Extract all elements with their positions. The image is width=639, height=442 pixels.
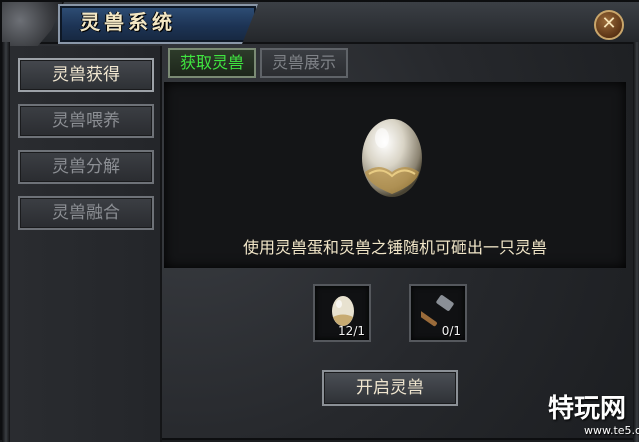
description-text: 使用灵兽蛋和灵兽之锤随机可砸出一只灵兽 bbox=[242, 238, 547, 257]
sidebar-item-obtain[interactable]: 灵兽获得 bbox=[18, 58, 154, 92]
left-border bbox=[2, 42, 10, 442]
sidebar-item-feed[interactable]: 灵兽喂养 bbox=[18, 104, 154, 138]
right-border bbox=[633, 42, 639, 442]
sidebar-item-decompose[interactable]: 灵兽分解 bbox=[18, 150, 154, 184]
tab-obtain[interactable]: 获取灵兽 bbox=[168, 48, 256, 78]
egg-icon bbox=[332, 296, 354, 326]
hammer-icon bbox=[421, 295, 454, 327]
hammer-slot[interactable]: 0/1 bbox=[409, 284, 467, 342]
window-title: 灵兽系统 bbox=[80, 10, 176, 34]
watermark-url: www.te5.com bbox=[584, 424, 639, 437]
egg-count: 12/1 bbox=[338, 324, 365, 338]
watermark: 特玩网 www.te5.com bbox=[548, 394, 639, 440]
watermark-main: 特玩网 bbox=[548, 394, 627, 424]
spirit-egg-icon bbox=[362, 119, 422, 197]
close-x-icon: ✕ bbox=[601, 13, 617, 34]
close-button[interactable]: ✕ bbox=[594, 10, 624, 40]
tab-showcase[interactable]: 灵兽展示 bbox=[260, 48, 348, 78]
egg-slot[interactable]: 12/1 bbox=[313, 284, 371, 342]
open-beast-button[interactable]: 开启灵兽 bbox=[322, 370, 458, 406]
spirit-beast-window: 灵兽系统 ✕ 灵兽获得 灵兽喂养 灵兽分解 灵兽融合 获取灵兽 灵兽展示 使用灵… bbox=[0, 0, 639, 442]
hammer-count: 0/1 bbox=[441, 324, 461, 338]
sidebar-item-fuse[interactable]: 灵兽融合 bbox=[18, 196, 154, 230]
